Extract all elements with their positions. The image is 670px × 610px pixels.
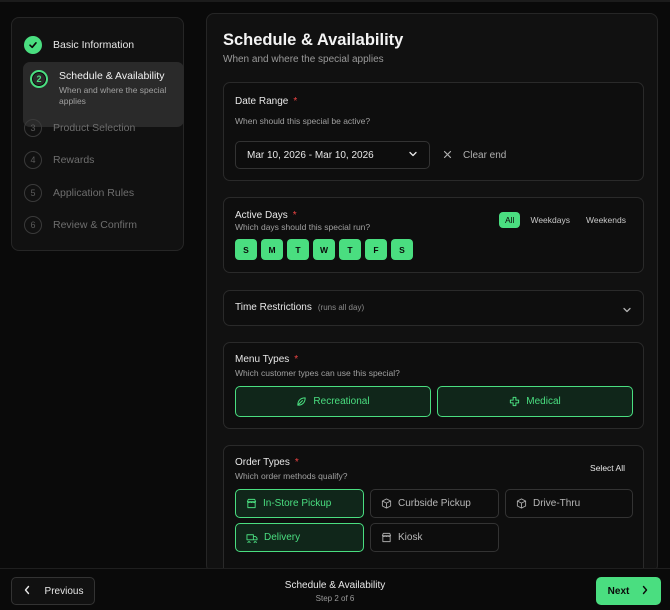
order-types-description: Which order methods qualify? (235, 471, 348, 481)
menu-type-medical[interactable]: Medical (437, 386, 633, 417)
day-filter-group: All Weekdays Weekends (499, 212, 632, 228)
order-types-title: Order Types * (235, 457, 299, 468)
sidebar-step-schedule-availability[interactable]: 2 Schedule & Availability When and where… (23, 62, 184, 127)
page-subtitle: When and where the special applies (223, 54, 384, 65)
required-marker: * (294, 457, 299, 468)
footer-step-title: Schedule & Availability (284, 580, 386, 591)
menu-types-card: Menu Types * Which customer types can use… (223, 342, 644, 429)
step-description: When and where the special applies (59, 85, 167, 106)
step-number: 5 (24, 184, 42, 202)
package-icon (381, 498, 392, 509)
step-label: Rewards (53, 154, 95, 166)
date-range-value: Mar 10, 2026 - Mar 10, 2026 (247, 149, 374, 161)
menu-type-recreational[interactable]: Recreational (235, 386, 431, 417)
order-type-label: In-Store Pickup (263, 498, 332, 509)
required-marker: * (293, 96, 298, 107)
sidebar-step-review-confirm[interactable]: 6 Review & Confirm (24, 216, 173, 234)
medical-cross-icon (509, 396, 520, 407)
order-type-curbside-pickup[interactable]: Curbside Pickup (370, 489, 499, 518)
time-restrictions-card[interactable]: Time Restrictions (runs all day) (223, 290, 644, 326)
date-range-select[interactable]: Mar 10, 2026 - Mar 10, 2026 (235, 141, 430, 169)
menu-types-title: Menu Types * (235, 354, 299, 365)
check-icon (24, 36, 42, 54)
page-title: Schedule & Availability (223, 31, 404, 49)
active-days-title: Active Days * (235, 210, 297, 221)
day-toggle-sunday[interactable]: S (235, 239, 257, 260)
step-label: Application Rules (53, 187, 135, 199)
filter-weekdays-button[interactable]: Weekdays (524, 212, 576, 228)
next-button[interactable]: Next (596, 577, 661, 605)
required-marker: * (294, 354, 299, 365)
order-type-delivery[interactable]: Delivery (235, 523, 364, 552)
clear-end-button[interactable]: Clear end (443, 141, 506, 169)
date-range-card: Date Range * When should this special be … (223, 82, 644, 181)
time-restrictions-hint: (runs all day) (317, 303, 365, 312)
active-days-card: Active Days * Which days should this spec… (223, 197, 644, 273)
active-days-description: Which days should this special run? (235, 222, 371, 232)
menu-type-label: Medical (526, 396, 561, 407)
order-type-in-store-pickup[interactable]: In-Store Pickup (235, 489, 364, 518)
main-panel: Schedule & Availability When and where t… (206, 13, 658, 573)
chevron-right-icon (641, 585, 649, 598)
sidebar-step-rewards[interactable]: 4 Rewards (24, 151, 173, 169)
menu-type-label: Recreational (313, 396, 370, 407)
sidebar-step-application-rules[interactable]: 5 Application Rules (24, 184, 173, 202)
sidebar-step-basic-information[interactable]: Basic Information (24, 36, 173, 54)
step-label: Basic Information (53, 39, 135, 51)
order-type-kiosk[interactable]: Kiosk (370, 523, 499, 552)
filter-all-button[interactable]: All (499, 212, 521, 228)
step-label: Schedule & Availability (59, 70, 165, 82)
step-number: 2 (30, 70, 48, 88)
step-number: 4 (24, 151, 42, 169)
chevron-down-icon (622, 302, 632, 320)
date-range-description: When should this special be active? (235, 116, 371, 126)
time-restrictions-title: Time Restrictions (runs all day) (235, 302, 365, 313)
select-all-button[interactable]: Select All (590, 463, 625, 473)
truck-icon (246, 532, 258, 543)
chevron-down-icon (408, 149, 418, 162)
close-icon (443, 148, 452, 162)
wizard-footer: Previous Schedule & Availability Step 2 … (0, 568, 670, 610)
top-border (0, 0, 670, 2)
step-number: 3 (24, 119, 42, 137)
footer-step-counter: Step 2 of 6 (315, 594, 355, 603)
day-toggle-friday[interactable]: F (365, 239, 387, 260)
order-type-drive-thru[interactable]: Drive-Thru (505, 489, 633, 518)
package-icon (516, 498, 527, 509)
day-toggle-wednesday[interactable]: W (313, 239, 335, 260)
menu-types-description: Which customer types can use this specia… (235, 368, 400, 378)
wizard-sidebar: Basic Information 2 Schedule & Availabil… (11, 17, 184, 251)
leaf-icon (296, 396, 307, 407)
step-label: Product Selection (53, 122, 136, 134)
day-toggle-tuesday[interactable]: T (287, 239, 309, 260)
next-label: Next (607, 585, 630, 597)
store-icon (381, 532, 392, 543)
required-marker: * (292, 210, 297, 221)
date-range-title: Date Range * (235, 96, 298, 107)
step-number: 6 (24, 216, 42, 234)
order-type-label: Drive-Thru (533, 498, 581, 509)
day-toggle-saturday[interactable]: S (391, 239, 413, 260)
filter-weekends-button[interactable]: Weekends (580, 212, 632, 228)
order-type-label: Kiosk (398, 532, 423, 543)
sidebar-step-product-selection[interactable]: 3 Product Selection (24, 119, 173, 137)
day-toggle-monday[interactable]: M (261, 239, 283, 260)
order-type-label: Curbside Pickup (398, 498, 471, 509)
store-icon (246, 498, 257, 509)
day-toggle-group: S M T W T F S (235, 239, 413, 260)
step-label: Review & Confirm (53, 219, 138, 231)
clear-end-label: Clear end (463, 149, 507, 161)
order-type-label: Delivery (264, 532, 301, 543)
order-types-card: Order Types * Which order methods qualify… (223, 445, 644, 572)
day-toggle-thursday[interactable]: T (339, 239, 361, 260)
